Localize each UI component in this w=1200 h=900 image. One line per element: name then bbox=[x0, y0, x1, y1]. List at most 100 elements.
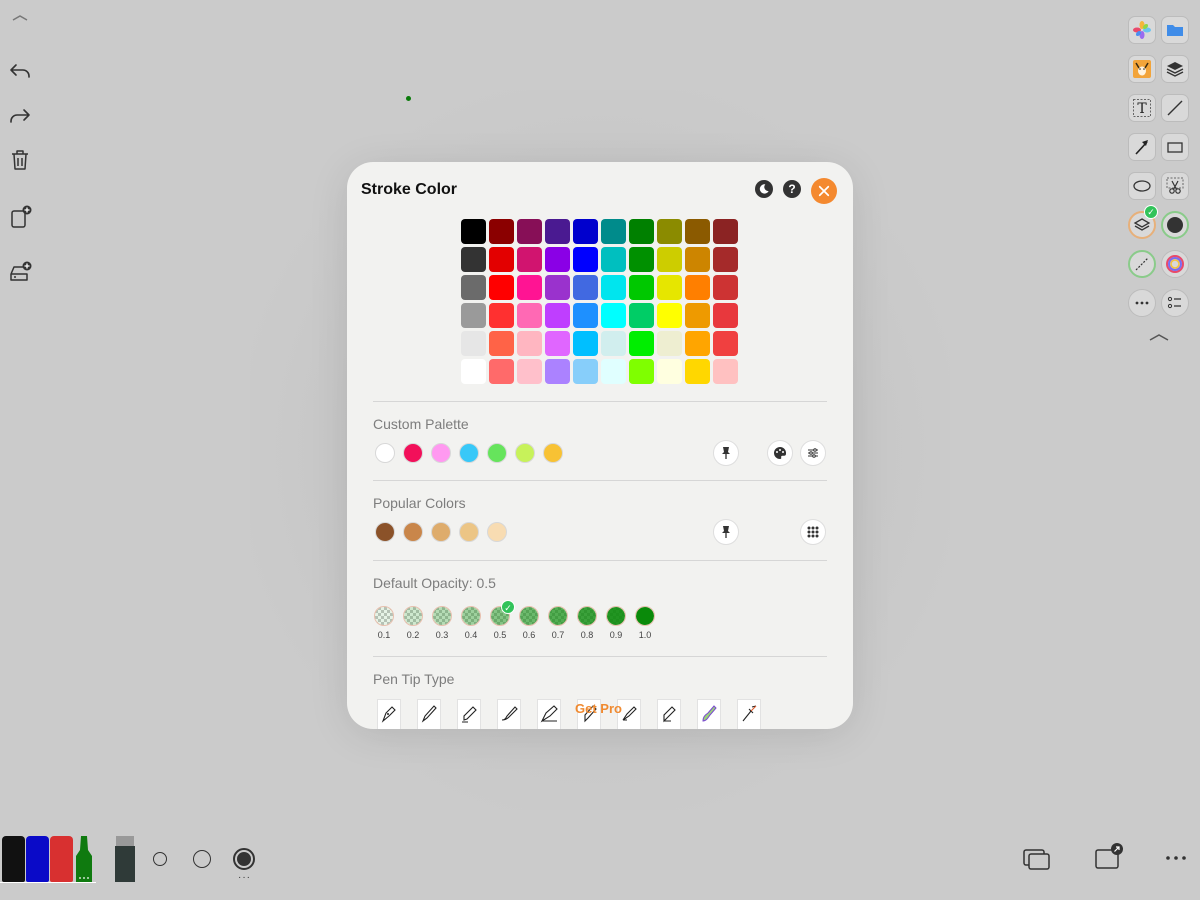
color-swatch[interactable] bbox=[517, 247, 542, 272]
popular-color[interactable] bbox=[431, 522, 451, 542]
undo-button[interactable] bbox=[6, 57, 34, 85]
color-swatch[interactable] bbox=[573, 331, 598, 356]
opacity-option[interactable]: 0.1 bbox=[373, 606, 395, 640]
custom-palette-color[interactable] bbox=[459, 443, 479, 463]
size-medium-button[interactable] bbox=[193, 850, 211, 868]
color-swatch[interactable] bbox=[713, 331, 738, 356]
color-swatch[interactable] bbox=[657, 359, 682, 384]
custom-palette-color[interactable] bbox=[375, 443, 395, 463]
color-swatch[interactable] bbox=[657, 275, 682, 300]
red-marker[interactable] bbox=[50, 836, 73, 882]
color-swatch[interactable] bbox=[461, 219, 486, 244]
color-swatch[interactable] bbox=[601, 219, 626, 244]
add-page-button[interactable] bbox=[6, 203, 34, 231]
collapse-right-toolbar-button[interactable] bbox=[1147, 329, 1171, 345]
color-swatch[interactable] bbox=[461, 331, 486, 356]
color-swatch[interactable] bbox=[517, 219, 542, 244]
color-swatch[interactable] bbox=[601, 359, 626, 384]
color-swatch[interactable] bbox=[489, 219, 514, 244]
color-swatch[interactable] bbox=[657, 219, 682, 244]
size-small-button[interactable] bbox=[153, 852, 167, 866]
color-swatch[interactable] bbox=[713, 219, 738, 244]
add-storage-button[interactable] bbox=[6, 258, 34, 286]
overflow-menu-button[interactable] bbox=[1164, 850, 1188, 866]
pen-tip-option[interactable] bbox=[737, 699, 761, 729]
custom-palette-color[interactable] bbox=[487, 443, 507, 463]
popular-color[interactable] bbox=[487, 522, 507, 542]
color-wheel-button[interactable] bbox=[1161, 250, 1189, 278]
custom-palette-color[interactable] bbox=[403, 443, 423, 463]
color-swatch[interactable] bbox=[713, 359, 738, 384]
color-swatch[interactable] bbox=[517, 275, 542, 300]
pen-tip-option[interactable] bbox=[417, 699, 441, 729]
collapse-toolbar-button[interactable] bbox=[6, 6, 34, 34]
opacity-option[interactable]: 0.2 bbox=[402, 606, 424, 640]
size-large-button[interactable] bbox=[233, 848, 255, 870]
opacity-option[interactable]: 0.9 bbox=[605, 606, 627, 640]
color-grid-view-button[interactable] bbox=[800, 519, 826, 545]
pin-custom-palette-button[interactable] bbox=[713, 440, 739, 466]
ellipse-tool-button[interactable] bbox=[1128, 172, 1156, 200]
color-swatch[interactable] bbox=[461, 247, 486, 272]
color-swatch[interactable] bbox=[461, 359, 486, 384]
color-swatch[interactable] bbox=[573, 359, 598, 384]
custom-palette-color[interactable] bbox=[431, 443, 451, 463]
color-swatch[interactable] bbox=[489, 275, 514, 300]
color-swatch[interactable] bbox=[713, 247, 738, 272]
color-swatch[interactable] bbox=[489, 303, 514, 328]
help-button[interactable]: ? bbox=[783, 180, 801, 198]
list-button[interactable] bbox=[1161, 289, 1189, 317]
pages-button[interactable] bbox=[1022, 846, 1052, 872]
opacity-option[interactable]: 0.4 bbox=[460, 606, 482, 640]
color-swatch[interactable] bbox=[517, 303, 542, 328]
color-swatch[interactable] bbox=[713, 275, 738, 300]
adjust-palette-button[interactable] bbox=[800, 440, 826, 466]
color-swatch[interactable] bbox=[545, 247, 570, 272]
opacity-option[interactable]: 0.7 bbox=[547, 606, 569, 640]
color-swatch[interactable] bbox=[545, 303, 570, 328]
pen-tip-option[interactable] bbox=[377, 699, 401, 729]
color-swatch[interactable] bbox=[601, 303, 626, 328]
color-swatch[interactable] bbox=[629, 303, 654, 328]
color-swatch[interactable] bbox=[629, 331, 654, 356]
color-swatch[interactable] bbox=[489, 331, 514, 356]
color-swatch[interactable] bbox=[657, 247, 682, 272]
line-tool-button[interactable] bbox=[1161, 94, 1189, 122]
color-swatch[interactable] bbox=[573, 275, 598, 300]
opacity-option[interactable]: 0.8 bbox=[576, 606, 598, 640]
pen-tip-option[interactable] bbox=[457, 699, 481, 729]
opacity-option[interactable]: 1.0 bbox=[634, 606, 656, 640]
color-swatch[interactable] bbox=[657, 303, 682, 328]
blue-marker[interactable] bbox=[26, 836, 49, 882]
opacity-option[interactable]: 0.6 bbox=[518, 606, 540, 640]
color-swatch[interactable] bbox=[685, 331, 710, 356]
layers-button[interactable] bbox=[1161, 55, 1189, 83]
color-swatch[interactable] bbox=[573, 247, 598, 272]
color-swatch[interactable] bbox=[545, 359, 570, 384]
color-swatch[interactable] bbox=[461, 303, 486, 328]
cut-tool-button[interactable] bbox=[1161, 172, 1189, 200]
palette-editor-button[interactable] bbox=[767, 440, 793, 466]
theme-toggle-button[interactable] bbox=[755, 180, 773, 198]
custom-palette-color[interactable] bbox=[543, 443, 563, 463]
redo-button[interactable] bbox=[6, 102, 34, 130]
color-swatch[interactable] bbox=[629, 247, 654, 272]
fill-color-button[interactable] bbox=[1161, 211, 1189, 239]
pin-popular-colors-button[interactable] bbox=[713, 519, 739, 545]
text-tool-button[interactable]: T bbox=[1128, 94, 1156, 122]
opacity-option[interactable]: ✓ 0.5 bbox=[489, 600, 515, 640]
color-swatch[interactable] bbox=[601, 331, 626, 356]
pen-tip-option[interactable] bbox=[497, 699, 521, 729]
rectangle-tool-button[interactable] bbox=[1161, 133, 1189, 161]
get-pro-badge[interactable]: Get Pro bbox=[575, 701, 622, 716]
pen-tip-option[interactable] bbox=[537, 699, 561, 729]
popular-color[interactable] bbox=[403, 522, 423, 542]
color-swatch[interactable] bbox=[713, 303, 738, 328]
arrow-tool-button[interactable] bbox=[1128, 133, 1156, 161]
color-swatch[interactable] bbox=[573, 303, 598, 328]
export-button[interactable] bbox=[1094, 842, 1126, 872]
black-marker[interactable] bbox=[2, 836, 25, 882]
color-swatch[interactable] bbox=[685, 359, 710, 384]
color-swatch[interactable] bbox=[629, 219, 654, 244]
color-swatch[interactable] bbox=[517, 359, 542, 384]
